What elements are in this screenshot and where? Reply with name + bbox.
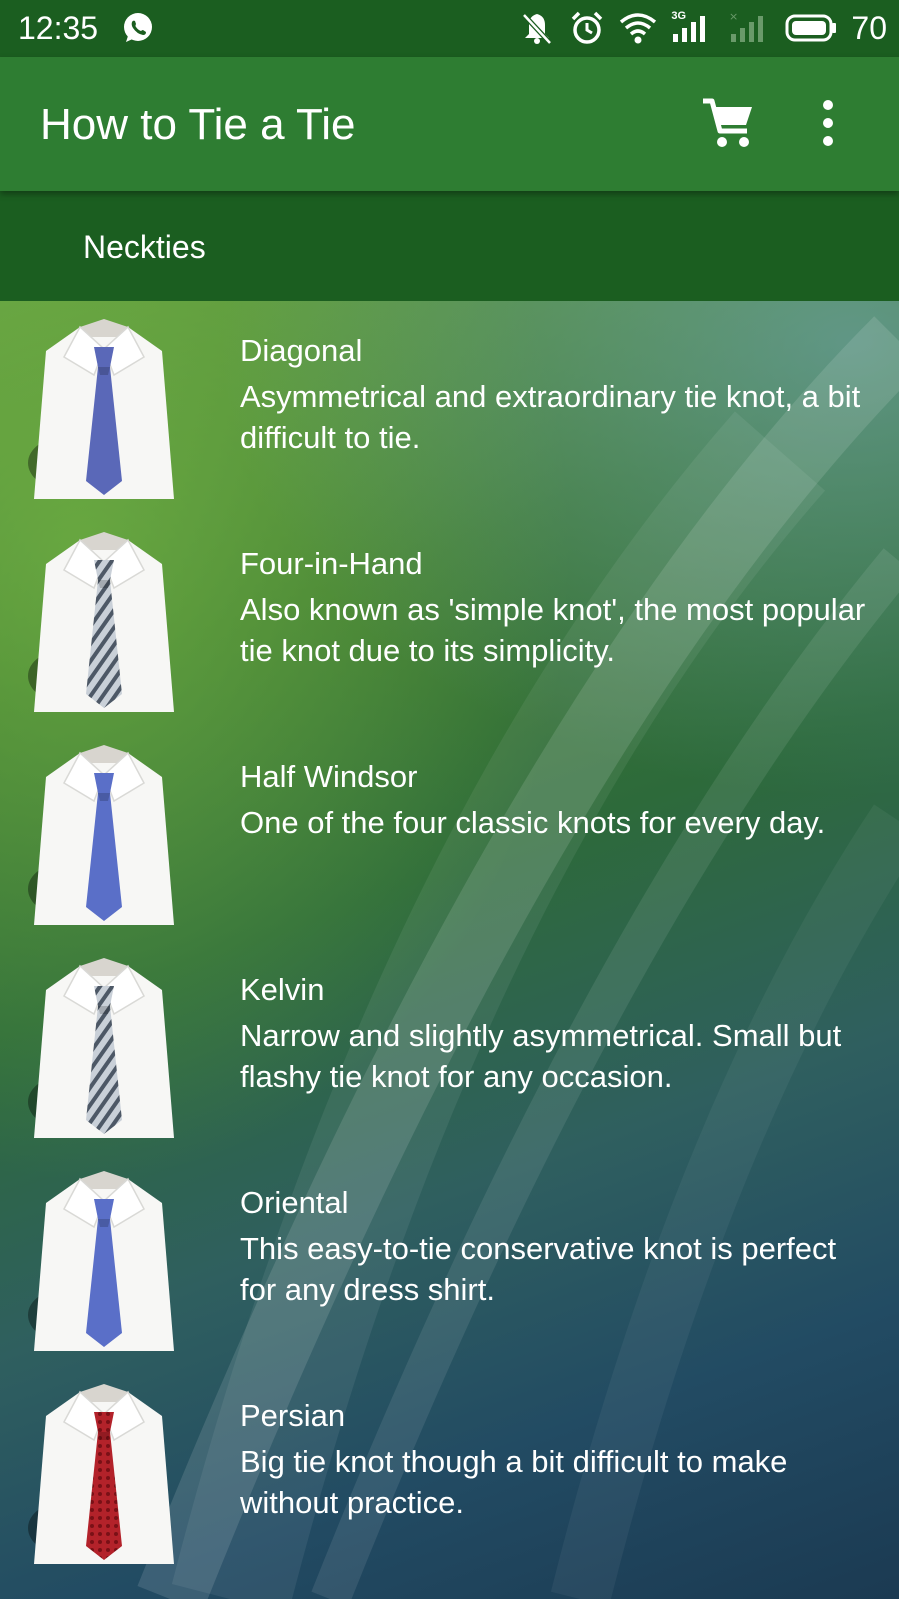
cart-button[interactable] (700, 95, 758, 153)
whatsapp-icon (120, 10, 156, 46)
tie-description: This easy-to-tie conservative knot is pe… (240, 1231, 837, 1307)
svg-text:×: × (729, 10, 738, 23)
battery-icon (783, 10, 837, 46)
status-bar: 12:35 3G × 70 (0, 0, 899, 57)
tie-title: Four-in-Hand (240, 546, 423, 581)
tie-list[interactable]: Diagonal Asymmetrical and extraordinary t… (0, 301, 899, 1599)
shirt-and-tie-image (28, 958, 174, 1138)
tie-title: Diagonal (240, 333, 363, 368)
more-vert-icon (823, 100, 833, 146)
shirt-and-tie-image (28, 532, 174, 712)
tab-neckties[interactable]: Neckties (83, 227, 206, 267)
battery-level: 70 (851, 10, 887, 46)
app-bar: How to Tie a Tie (0, 57, 899, 191)
tie-title: Kelvin (240, 972, 325, 1007)
more-options-button[interactable] (813, 95, 869, 153)
wifi-icon (619, 10, 657, 46)
status-icons: 3G × 70 (519, 6, 887, 50)
tie-list-item[interactable]: Diagonal Asymmetrical and extraordinary t… (0, 301, 899, 514)
app-title: How to Tie a Tie (40, 100, 356, 149)
cart-icon (703, 98, 752, 147)
shirt-and-tie-image (28, 745, 174, 925)
tie-thumbnail (24, 739, 184, 925)
tie-thumbnail (24, 313, 184, 499)
tie-list-item[interactable]: Oriental This easy-to-tie conservative kn… (0, 1153, 899, 1366)
shirt-and-tie-image (28, 319, 174, 499)
tie-description: Narrow and slightly asymmetrical. Small … (240, 1018, 842, 1094)
tie-list-item[interactable]: Kelvin Narrow and slightly asymmetrical. … (0, 940, 899, 1153)
tie-title: Half Windsor (240, 759, 418, 794)
tie-description: Also known as 'simple knot', the most po… (240, 592, 866, 668)
signal-no-sim-icon: × (729, 10, 769, 46)
network-type-label: 3G (671, 10, 687, 22)
signal-3g-icon: 3G (671, 10, 715, 46)
shirt-and-tie-image (28, 1384, 174, 1564)
tie-thumbnail (24, 1378, 184, 1564)
tie-list-item[interactable]: Persian Big tie knot though a bit difficu… (0, 1366, 899, 1579)
shirt-and-tie-image (28, 1171, 174, 1351)
tie-list-item[interactable]: Four-in-Hand Also known as 'simple knot',… (0, 514, 899, 727)
tie-title: Persian (240, 1398, 346, 1433)
tie-title: Oriental (240, 1185, 349, 1220)
tie-description: One of the four classic knots for every … (240, 805, 826, 840)
tie-description: Big tie knot though a bit difficult to m… (240, 1444, 788, 1520)
tie-thumbnail (24, 526, 184, 712)
tab-bar: Neckties (0, 191, 899, 301)
tie-thumbnail (24, 952, 184, 1138)
tie-thumbnail (24, 1165, 184, 1351)
tie-description: Asymmetrical and extraordinary tie knot,… (240, 379, 861, 455)
notifications-off-icon (519, 10, 555, 46)
app-screen: 12:35 3G × 70 How to Tie a Tie Neckties … (0, 0, 899, 1599)
alarm-icon (569, 10, 605, 46)
tie-list-item[interactable]: Half Windsor One of the four classic knot… (0, 727, 899, 940)
status-time: 12:35 (18, 10, 99, 46)
